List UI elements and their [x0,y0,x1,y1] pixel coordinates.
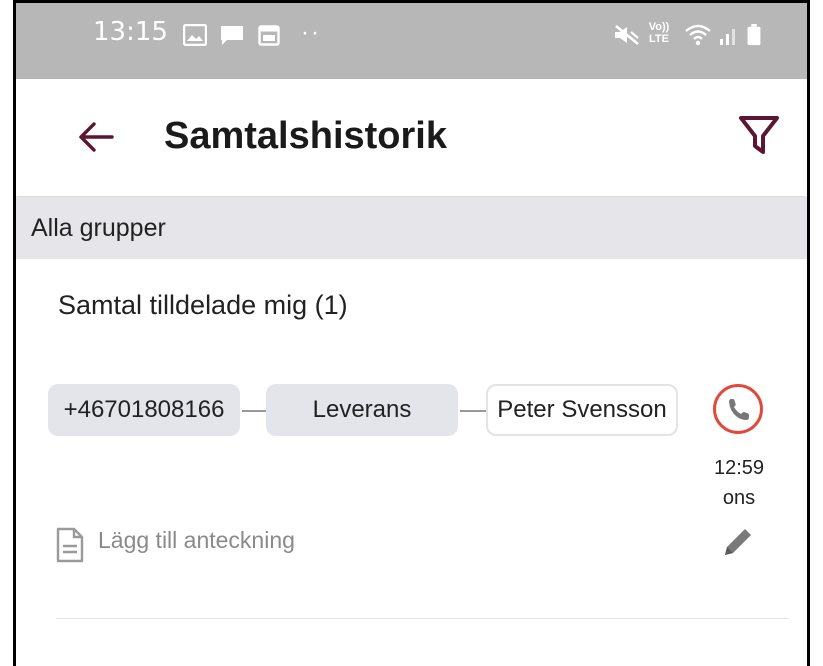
back-arrow-icon[interactable] [76,119,116,155]
volte-top-label: Vo)) [648,21,670,33]
image-icon [183,24,207,46]
more-dots-icon: ·· [301,19,321,46]
call-button[interactable] [713,384,763,434]
calendar-icon [258,25,280,46]
group-label: Alla grupper [31,214,166,242]
phone-number-chip[interactable]: +46701808166 [48,384,240,436]
group-chip[interactable]: Leverans [266,384,458,436]
signal-icon [720,29,735,45]
pencil-icon[interactable] [721,525,755,559]
call-day: ons [722,487,756,509]
note-icon [56,527,84,563]
volte-bottom-label: LTE [649,33,669,45]
phone-icon [729,399,749,420]
chat-icon [221,26,243,45]
section-title: Samtal tilldelade mig (1) [58,290,348,320]
app-screen: 13:15 ·· Vo)) LTE Samtalshistorik Alla g… [13,0,810,666]
volte-icon: Vo)) LTE [646,21,672,45]
app-bar: Samtalshistorik [16,79,807,196]
call-time: 12:59 [713,457,765,479]
page-title: Samtalshistorik [164,115,447,157]
add-note-field[interactable]: Lägg till anteckning [98,527,295,554]
wifi-icon [685,24,711,46]
status-bar: 13:15 ·· Vo)) LTE [16,3,807,79]
divider [56,618,789,619]
group-selector[interactable]: Alla grupper [16,197,807,259]
agent-chip[interactable]: Peter Svensson [486,384,678,436]
filter-icon[interactable] [736,112,782,158]
connector-line [242,410,266,412]
mute-icon [615,24,639,46]
connector-line [460,410,486,412]
status-time: 13:15 [93,17,168,47]
battery-icon [747,24,761,46]
